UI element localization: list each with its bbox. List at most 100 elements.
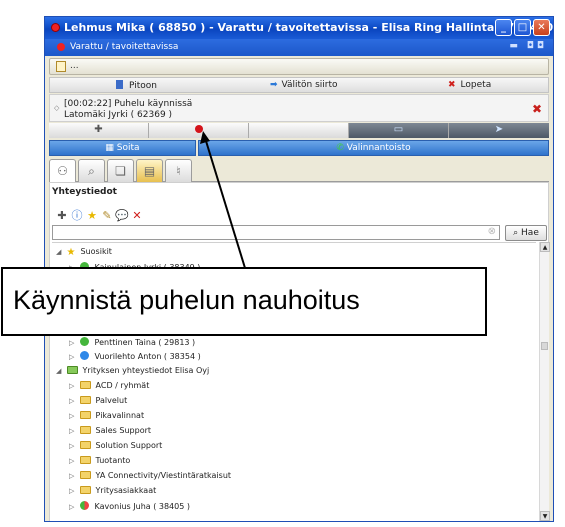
tree-node-label: Kavonius Juha ( 38405 ): [94, 502, 190, 511]
folder-icon: [79, 441, 91, 449]
dial-actions-row: ▦ Soita ✆ Valinnantoisto: [49, 140, 549, 156]
speaker-button[interactable]: ➤: [449, 123, 549, 138]
microphone-icon: ♮: [176, 164, 181, 178]
expand-arrow-icon[interactable]: ▷: [69, 412, 77, 420]
maximize-icon[interactable]: □: [514, 19, 531, 36]
end-call-icon[interactable]: ✖: [532, 102, 542, 116]
plus-icon: ✚: [94, 124, 103, 135]
tree-node[interactable]: ▷ ACD / ryhmät: [69, 381, 149, 395]
presence-available-icon: [79, 337, 89, 346]
title-bar: Lehmus Mika ( 68850 ) - Varattu / tavoit…: [45, 17, 553, 39]
view-tabs: ⚇ ⌕ ❏ ▤ ♮: [49, 158, 549, 183]
scroll-up-icon[interactable]: ▲: [540, 242, 550, 252]
tree-node[interactable]: ▷ Penttinen Taina ( 29813 ): [69, 337, 195, 351]
expand-arrow-icon[interactable]: ▷: [69, 427, 77, 435]
tree-node[interactable]: ▷ Yritysasiakkaat: [69, 486, 156, 500]
edit-note-icon[interactable]: [56, 61, 66, 72]
star-icon: ★: [66, 247, 76, 258]
add-participant-button[interactable]: ✚: [49, 123, 149, 138]
vertical-scrollbar[interactable]: ▲ ▼: [539, 242, 550, 521]
transfer-arrow-icon: ➡: [270, 80, 278, 90]
tree-node-label: Suosikit: [80, 247, 112, 256]
keypad-button[interactable]: ▭: [349, 123, 449, 138]
hangup-icon: ✖: [448, 80, 456, 90]
callout-text: Käynnistä puhelun nauhoitus: [13, 285, 360, 315]
tree-node[interactable]: ▷ Tuotanto: [69, 456, 130, 470]
app-status-icon: [51, 23, 60, 32]
collapse-arrow-icon[interactable]: ◢: [56, 367, 64, 375]
window-options-icon[interactable]: ▬ ◘◘: [509, 41, 547, 51]
tree-node-label: Sales Support: [95, 426, 152, 435]
stage: Lehmus Mika ( 68850 ) - Varattu / tavoit…: [0, 0, 565, 527]
favorite-star-icon[interactable]: ★: [85, 209, 99, 222]
expand-arrow-icon[interactable]: ▷: [69, 503, 77, 511]
tree-node[interactable]: ▷ YA Connectivity/Viestintäratkaisut: [69, 471, 231, 485]
empty-tool-button[interactable]: [249, 123, 349, 138]
expand-arrow-icon[interactable]: ▷: [69, 457, 77, 465]
annotation-callout: Käynnistä puhelun nauhoitus: [1, 267, 487, 336]
expand-arrow-icon[interactable]: ▷: [69, 339, 77, 347]
delete-icon[interactable]: ✕: [130, 209, 144, 222]
call-party: Latomäki Jyrki ( 62369 ): [64, 110, 173, 120]
transfer-label: Välitön siirto: [281, 80, 338, 90]
search-button[interactable]: ⌕ Hae: [505, 225, 547, 241]
redial-label: Valinnantoisto: [346, 143, 411, 153]
record-call-button[interactable]: [149, 123, 249, 138]
tree-node[interactable]: ▷ Vuorilehto Anton ( 38354 ): [69, 351, 201, 365]
group-icon: ❏: [115, 164, 126, 178]
tree-node[interactable]: ▷ Pikavalinnat: [69, 411, 144, 425]
tab-contacts[interactable]: ⚇: [49, 159, 76, 183]
call-control-bar: Pitoon ➡ Välitön siirto ✖ Lopeta: [49, 77, 549, 93]
tree-node[interactable]: ▷ Kavonius Juha ( 38405 ): [69, 501, 190, 515]
folder-icon: [79, 396, 91, 404]
tree-node-label: Tuotanto: [95, 456, 131, 465]
tree-node-label: ACD / ryhmät: [95, 381, 150, 390]
magnifier-icon: ⌕: [88, 164, 95, 178]
expand-icon[interactable]: ◇: [54, 104, 59, 112]
minimize-icon[interactable]: _: [495, 19, 512, 36]
call-button[interactable]: ▦ Soita: [49, 140, 196, 156]
message-icon[interactable]: 💬: [115, 209, 129, 222]
expand-arrow-icon[interactable]: ▷: [69, 487, 77, 495]
close-icon[interactable]: ✕: [533, 19, 550, 36]
tree-node[interactable]: ◢ ★ Suosikit: [56, 247, 112, 261]
hangup-button[interactable]: ✖ Lopeta: [448, 80, 491, 90]
keypad-grid-icon: ▦: [105, 143, 117, 153]
expand-arrow-icon[interactable]: ▷: [69, 472, 77, 480]
hold-button[interactable]: Pitoon: [116, 80, 157, 91]
tree-node-label: Penttinen Taina ( 29813 ): [94, 338, 196, 347]
expand-arrow-icon[interactable]: ▷: [69, 353, 77, 361]
presence-mixed-icon: [79, 501, 89, 510]
scroll-thumb[interactable]: [541, 342, 548, 350]
status-text[interactable]: Varattu / tavoitettavissa: [70, 42, 178, 52]
expand-arrow-icon[interactable]: ▷: [69, 397, 77, 405]
edit-icon[interactable]: ✎: [100, 209, 114, 222]
search-button-label: Hae: [521, 228, 539, 238]
call-tools-row: ✚ ▭ ➤: [49, 123, 549, 138]
record-icon: [194, 125, 203, 133]
expand-arrow-icon[interactable]: ▷: [69, 442, 77, 450]
redial-button[interactable]: ✆ Valinnantoisto: [198, 140, 549, 156]
add-contact-icon[interactable]: ✚: [55, 209, 69, 222]
tree-node[interactable]: ▷ Solution Support: [69, 441, 162, 455]
tab-search[interactable]: ⌕: [78, 159, 105, 182]
scroll-down-icon[interactable]: ▼: [540, 511, 550, 521]
window-title: Lehmus Mika ( 68850 ) - Varattu / tavoit…: [64, 21, 554, 34]
tree-node[interactable]: ▷ Sales Support: [69, 426, 151, 440]
notes-text[interactable]: ...: [70, 61, 79, 71]
expand-arrow-icon[interactable]: ▷: [69, 382, 77, 390]
tree-node[interactable]: ◢ Yrityksen yhteystiedot Elisa Oyj: [56, 366, 209, 380]
info-icon[interactable]: ⓘ: [70, 207, 84, 223]
clear-search-icon[interactable]: ⊗: [488, 226, 496, 237]
tab-groups[interactable]: ❏: [107, 159, 134, 182]
presence-busy-icon: [79, 351, 89, 360]
transfer-button[interactable]: ➡ Välitön siirto: [270, 80, 338, 90]
tree-node-label: Pikavalinnat: [95, 411, 145, 420]
tab-calendar[interactable]: ▤: [136, 159, 163, 182]
tree-node[interactable]: ▷ Palvelut: [69, 396, 127, 410]
active-call-panel: ◇ [00:02:22] Puhelu käynnissä Latomäki J…: [49, 94, 549, 122]
folder-icon: [79, 381, 91, 389]
collapse-arrow-icon[interactable]: ◢: [56, 248, 64, 256]
tab-voicemail[interactable]: ♮: [165, 159, 192, 182]
search-field[interactable]: ⊗: [52, 225, 500, 246]
